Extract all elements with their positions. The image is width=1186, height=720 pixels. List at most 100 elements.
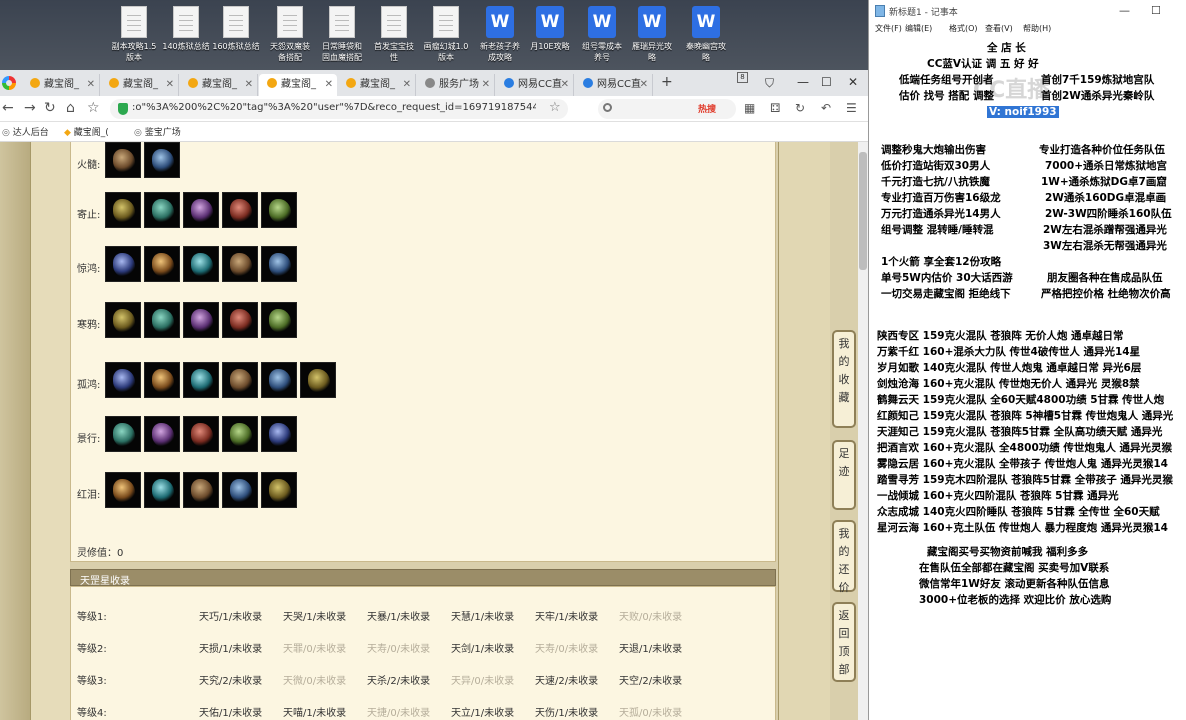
bookmark-item[interactable]: ◎ 达人后台 <box>2 125 49 138</box>
browser-tab[interactable]: 服务广场 ✕ <box>417 74 495 96</box>
equipment-item-icon[interactable] <box>222 302 258 338</box>
desktop-icon[interactable]: W 秦晚幽宫攻 略 <box>680 6 732 63</box>
desktop-icon[interactable]: 画瘤幻城1.0 版本 <box>420 6 472 63</box>
notepad-text-line[interactable]: 1个火箭 享全套12份攻略 <box>881 254 1001 269</box>
notepad-text-line[interactable]: CC蓝V认证 调 五 好 好 <box>927 56 1039 71</box>
notepad-text-line[interactable]: 万元打造通杀异光14男人 <box>881 206 1001 221</box>
notepad-text-line[interactable]: 专业打造各种价位任务队伍 <box>1039 142 1165 157</box>
equipment-item-icon[interactable] <box>144 362 180 398</box>
browser-tab[interactable]: 藏宝阁_ ✕ <box>338 74 416 96</box>
desktop-icon[interactable]: W 月10E攻略 <box>524 6 576 52</box>
tab-close-icon[interactable]: ✕ <box>561 74 569 96</box>
notepad-text-line[interactable]: 藏宝阁买号买物资前喊我 福利多多 <box>927 544 1088 559</box>
notepad-text-line[interactable]: 一切交易走藏宝阁 拒绝线下 <box>881 286 1011 301</box>
equipment-item-icon[interactable] <box>222 472 258 508</box>
notepad-text-line[interactable]: 在售队伍全部都在藏宝阁 买卖号加V联系 <box>919 560 1109 575</box>
notepad-menu-item[interactable]: 帮助(H) <box>1023 23 1051 34</box>
notepad-menu-item[interactable]: 编辑(E) <box>905 23 932 34</box>
browser-tab[interactable]: 网易CC直 ✕ <box>575 74 653 96</box>
equipment-item-icon[interactable] <box>222 246 258 282</box>
notepad-text-line[interactable]: 天涯知己 159克火混队 苍狼阵5甘霖 全队高功绩天赋 通异光 <box>877 424 1162 439</box>
notepad-menu-item[interactable]: 查看(V) <box>985 23 1013 34</box>
side-nav-button[interactable]: 足 迹 <box>832 440 856 510</box>
bookmark-item[interactable]: ◎ 鉴宝广场 <box>134 125 181 138</box>
extensions-icon[interactable]: ⚃ <box>770 102 780 115</box>
equipment-item-icon[interactable] <box>144 302 180 338</box>
url-text[interactable]: :o"%3A%200%2C%20"tag"%3A%20"user"%7D&rec… <box>132 102 536 113</box>
notepad-menu-item[interactable]: 格式(O) <box>949 23 978 34</box>
equipment-item-icon[interactable] <box>183 472 219 508</box>
notepad-text-line[interactable]: 把酒言欢 160+克火混队 全4800功绩 传世炮鬼人 通异光灵猴 <box>877 440 1172 455</box>
notepad-text-line[interactable]: 专业打造百万伤害16级龙 <box>881 190 1001 205</box>
desktop-icon[interactable]: 首发宝宝技 性 <box>368 6 420 63</box>
notepad-menu-item[interactable]: 文件(F) <box>875 23 902 34</box>
notepad-text-line[interactable]: 踏雪寻芳 159克木四阶混队 苍狼阵5甘霖 全带孩子 通异光灵猴 <box>877 472 1173 487</box>
address-bar[interactable]: :o"%3A%200%2C%20"tag"%3A%20"user"%7D&rec… <box>110 99 568 119</box>
page-scrollbar[interactable] <box>858 142 868 720</box>
browser-tab[interactable]: 藏宝阁_ ✕ <box>22 74 100 96</box>
browser-logo-icon[interactable] <box>2 76 16 90</box>
hot-search-label[interactable]: 热搜 <box>698 102 716 115</box>
tab-close-icon[interactable]: ✕ <box>245 74 253 96</box>
notepad-text-line[interactable]: 低价打造站街双30男人 <box>881 158 990 173</box>
maximize-button[interactable]: ☐ <box>821 76 832 88</box>
forward-icon[interactable]: → <box>24 101 36 116</box>
equipment-item-icon[interactable] <box>261 472 297 508</box>
notepad-text-line[interactable]: 岁月如歌 140克火混队 传世人炮鬼 通卓越日常 异光6层 <box>877 360 1141 375</box>
back-icon[interactable]: ← <box>2 101 14 116</box>
sync-icon[interactable]: ↻ <box>795 102 805 115</box>
side-nav-button[interactable]: 我 的 收 藏 <box>832 330 856 428</box>
menu-icon[interactable]: ☰ <box>846 102 857 115</box>
notepad-text-line[interactable]: 朋友圈各种在售成品队伍 <box>1047 270 1163 285</box>
favorite-star-icon[interactable]: ☆ <box>549 100 561 115</box>
notepad-minimize-button[interactable]: — <box>1119 4 1130 17</box>
notepad-text-line[interactable]: 首创7千159炼狱地宫队 <box>1041 72 1154 87</box>
notepad-text-line[interactable]: 估价 找号 搭配 调整 <box>899 88 994 103</box>
equipment-item-icon[interactable] <box>105 362 141 398</box>
equipment-item-icon[interactable] <box>261 302 297 338</box>
notepad-text-line[interactable]: 鹤舞云天 159克火混队 全60天赋4800功绩 5甘霖 传世人炮 <box>877 392 1164 407</box>
equipment-item-icon[interactable] <box>144 192 180 228</box>
equipment-item-icon[interactable] <box>183 362 219 398</box>
equipment-item-icon[interactable] <box>222 416 258 452</box>
equipment-item-icon[interactable] <box>105 302 141 338</box>
equipment-item-icon[interactable] <box>105 472 141 508</box>
side-nav-button[interactable]: 返 回 顶 部 <box>832 602 856 682</box>
home-icon[interactable]: ⌂ <box>66 101 75 116</box>
notepad-text-line[interactable]: 2W左右混杀蹭帮强通异光 <box>1043 222 1167 237</box>
side-nav-button[interactable]: 我 的 还 价 <box>832 520 856 594</box>
desktop-icon[interactable]: 日常睡袋和 固血魔搭配 <box>316 6 368 63</box>
minimize-button[interactable]: — <box>797 76 809 88</box>
notepad-text-line[interactable]: 3W左右混杀无帮强通异光 <box>1043 238 1167 253</box>
notepad-text-line[interactable]: 千元打造七抗/八抗铁魔 <box>881 174 990 189</box>
notepad-text-line[interactable]: 微信常年1W好友 滚动更新各种队伍信息 <box>919 576 1110 591</box>
equipment-item-icon[interactable] <box>261 362 297 398</box>
equipment-item-icon[interactable] <box>105 246 141 282</box>
notepad-text-line[interactable]: 低端任务组号开创者 <box>899 72 994 87</box>
notepad-text-line[interactable]: 剑烛沧海 160+克火混队 传世炮无价人 通异光 灵猴8禁 <box>877 376 1140 391</box>
equipment-item-icon[interactable] <box>183 192 219 228</box>
desktop-icon[interactable]: 副本攻略1.5 版本 <box>108 6 160 63</box>
notepad-text-line[interactable]: 调整秒鬼大炮输出伤害 <box>881 142 986 157</box>
notepad-text-line[interactable]: 单号5W内估价 30大话西游 <box>881 270 1013 285</box>
notepad-text-line[interactable]: 2W-3W四阶睡杀160队伍 <box>1045 206 1172 221</box>
equipment-item-icon[interactable] <box>144 416 180 452</box>
notepad-text-line[interactable]: 2W通杀160DG卓混卓画 <box>1045 190 1166 205</box>
notepad-text-line[interactable]: 星河云海 160+克土队伍 传世炮人 暴力程度炮 通异光灵猴14 <box>877 520 1168 535</box>
desktop-icon[interactable]: W 雁瑞异光攻 略 <box>626 6 678 63</box>
desktop-icon[interactable]: W 组号零成本 养号 <box>576 6 628 63</box>
new-tab-button[interactable]: + <box>661 74 673 90</box>
tab-close-icon[interactable]: ✕ <box>166 74 174 96</box>
browser-tab[interactable]: 藏宝阁_ ✕ <box>180 74 258 96</box>
shirt-skin-icon[interactable]: ⛉ <box>765 77 774 89</box>
desktop-icon[interactable]: W 新老孩子养 成攻略 <box>474 6 526 63</box>
notepad-text-line[interactable]: 7000+通杀日常炼狱地宫 <box>1045 158 1167 173</box>
tab-close-icon[interactable]: ✕ <box>325 74 333 96</box>
equipment-item-icon[interactable] <box>261 192 297 228</box>
tab-close-icon[interactable]: ✕ <box>87 74 95 96</box>
bookmark-star-icon[interactable]: ☆ <box>87 101 100 116</box>
notepad-text-line[interactable]: 红颜知己 159克火混队 苍狼阵 5神槽5甘霖 传世炮鬼人 通异光 <box>877 408 1173 423</box>
bookmark-item[interactable]: ◆ 藏宝阁_( <box>64 125 109 138</box>
notepad-text-line[interactable]: 全 店 长 <box>987 40 1026 55</box>
desktop-icon[interactable]: 160炼狱总结 <box>210 6 262 52</box>
